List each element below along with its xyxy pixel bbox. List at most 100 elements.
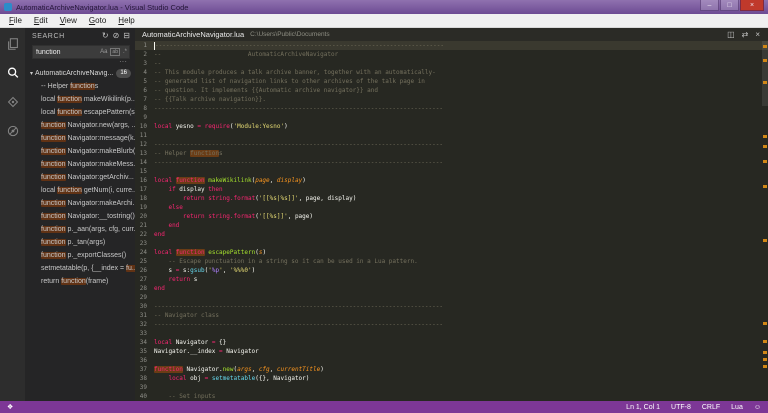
search-result-item[interactable]: function Navigator:makeArchi... bbox=[25, 197, 135, 210]
code-line-34[interactable]: 34local Navigator = {} bbox=[135, 338, 768, 347]
toggle-search-details[interactable]: ··· bbox=[25, 59, 135, 65]
code-line-31[interactable]: 31-- Navigator class bbox=[135, 311, 768, 320]
close-button[interactable]: × bbox=[740, 0, 764, 11]
match-case-icon[interactable]: Aa bbox=[100, 49, 107, 55]
code-line-8[interactable]: 8---------------------------------------… bbox=[135, 104, 768, 113]
status-bar-right: Ln 1, Col 1 UTF-8 CRLF Lua ☺ bbox=[626, 404, 761, 411]
editor-actions: ◫ ⇄ × bbox=[727, 31, 760, 39]
search-result-item[interactable]: local function makeWikilink(p... bbox=[25, 93, 135, 106]
menu-goto[interactable]: Goto bbox=[83, 16, 112, 25]
menu-view[interactable]: View bbox=[54, 16, 83, 25]
menu-edit[interactable]: Edit bbox=[28, 16, 54, 25]
window-title: AutomaticArchiveNavigator.lua - Visual S… bbox=[16, 3, 700, 12]
code-line-28[interactable]: 28end bbox=[135, 284, 768, 293]
search-result-file[interactable]: ▾ AutomaticArchiveNavig... 16 bbox=[25, 67, 135, 80]
regex-icon[interactable]: .* bbox=[123, 49, 127, 55]
code-line-4[interactable]: 4-- This module produces a talk archive … bbox=[135, 68, 768, 77]
search-match-marker bbox=[763, 135, 767, 138]
search-result-item[interactable]: function Navigator:makeMess... bbox=[25, 158, 135, 171]
search-result-item[interactable]: function Navigator:__tostring() bbox=[25, 210, 135, 223]
code-line-29[interactable]: 29 bbox=[135, 293, 768, 302]
git-icon[interactable] bbox=[6, 95, 20, 109]
whole-word-icon[interactable]: ab bbox=[110, 48, 120, 56]
cursor-position[interactable]: Ln 1, Col 1 bbox=[626, 404, 660, 411]
code-line-40[interactable]: 40 -- Set inputs bbox=[135, 392, 768, 401]
editor-file-path: C:\Users\Public\Documents bbox=[250, 31, 727, 38]
split-editor-icon[interactable]: ◫ bbox=[727, 31, 735, 39]
code-line-13[interactable]: 13-- Helper functions bbox=[135, 149, 768, 158]
clear-search-icon[interactable]: ⊘ bbox=[113, 32, 120, 40]
search-result-item[interactable]: local function escapePattern(s) bbox=[25, 106, 135, 119]
code-line-21[interactable]: 21 end bbox=[135, 221, 768, 230]
code-line-18[interactable]: 18 return string.format('[[%s|%s]]', pag… bbox=[135, 194, 768, 203]
search-result-item[interactable]: function p._aan(args, cfg, curr... bbox=[25, 223, 135, 236]
eol-indicator[interactable]: CRLF bbox=[702, 404, 720, 411]
code-line-36[interactable]: 36 bbox=[135, 356, 768, 365]
search-icon[interactable] bbox=[6, 66, 20, 80]
language-indicator[interactable]: Lua bbox=[731, 404, 743, 411]
search-result-item[interactable]: function Navigator:makeBlurb() bbox=[25, 145, 135, 158]
search-result-item[interactable]: local function getNum(i, curre... bbox=[25, 184, 135, 197]
code-line-11[interactable]: 11 bbox=[135, 131, 768, 140]
refresh-icon[interactable]: ↻ bbox=[102, 32, 109, 40]
code-line-23[interactable]: 23 bbox=[135, 239, 768, 248]
code-line-15[interactable]: 15 bbox=[135, 167, 768, 176]
code-line-33[interactable]: 33 bbox=[135, 329, 768, 338]
twistie-icon[interactable]: ▾ bbox=[30, 70, 33, 77]
overview-ruler[interactable] bbox=[762, 41, 768, 401]
title-bar: AutomaticArchiveNavigator.lua - Visual S… bbox=[0, 0, 768, 14]
scrollbar-slider[interactable] bbox=[762, 41, 768, 106]
code-line-2[interactable]: 2-- AutomaticArchiveNavigator bbox=[135, 50, 768, 59]
code-line-25[interactable]: 25 -- Escape punctuation in a string so … bbox=[135, 257, 768, 266]
open-changes-icon[interactable]: ⇄ bbox=[742, 31, 749, 39]
code-line-12[interactable]: 12--------------------------------------… bbox=[135, 140, 768, 149]
search-result-item[interactable]: function Navigator.new(args, ... bbox=[25, 119, 135, 132]
maximize-button[interactable]: □ bbox=[720, 0, 739, 11]
code-line-26[interactable]: 26 s = s:gsub('%p', '%%%0') bbox=[135, 266, 768, 275]
code-area[interactable]: 1---------------------------------------… bbox=[135, 41, 768, 401]
code-line-39[interactable]: 39 bbox=[135, 383, 768, 392]
code-line-19[interactable]: 19 else bbox=[135, 203, 768, 212]
editor-file-name[interactable]: AutomaticArchiveNavigator.lua bbox=[142, 30, 244, 39]
code-line-16[interactable]: 16local function makeWikilink(page, disp… bbox=[135, 176, 768, 185]
debug-icon[interactable] bbox=[6, 124, 20, 138]
search-input[interactable] bbox=[36, 49, 100, 56]
minimize-button[interactable]: – bbox=[700, 0, 719, 11]
code-line-10[interactable]: 10local yesno = require('Module:Yesno') bbox=[135, 122, 768, 131]
search-result-item[interactable]: -- Helper functions bbox=[25, 80, 135, 93]
code-line-9[interactable]: 9 bbox=[135, 113, 768, 122]
code-line-32[interactable]: 32--------------------------------------… bbox=[135, 320, 768, 329]
menu-file[interactable]: File bbox=[3, 16, 28, 25]
code-line-20[interactable]: 20 return string.format('[[%s]]', page) bbox=[135, 212, 768, 221]
search-results: -- Helper functionslocal function makeWi… bbox=[25, 80, 135, 288]
collapse-all-icon[interactable]: ⊟ bbox=[123, 32, 130, 40]
search-result-item[interactable]: function Navigator:getArchiv... bbox=[25, 171, 135, 184]
menu-help[interactable]: Help bbox=[112, 16, 140, 25]
search-result-item[interactable]: return function(frame) bbox=[25, 275, 135, 288]
search-match-marker bbox=[763, 322, 767, 325]
code-line-30[interactable]: 30--------------------------------------… bbox=[135, 302, 768, 311]
explorer-icon[interactable] bbox=[6, 37, 20, 51]
code-line-1[interactable]: 1---------------------------------------… bbox=[135, 41, 768, 50]
close-editor-icon[interactable]: × bbox=[755, 31, 760, 39]
code-line-14[interactable]: 14--------------------------------------… bbox=[135, 158, 768, 167]
code-line-27[interactable]: 27 return s bbox=[135, 275, 768, 284]
encoding-indicator[interactable]: UTF-8 bbox=[671, 404, 691, 411]
search-result-item[interactable]: function p._exportClasses() bbox=[25, 249, 135, 262]
code-line-6[interactable]: 6-- question. It implements {{Automatic … bbox=[135, 86, 768, 95]
code-line-7[interactable]: 7-- {{Talk archive navigation}}. bbox=[135, 95, 768, 104]
search-match-marker bbox=[763, 239, 767, 242]
code-line-5[interactable]: 5-- generated list of navigation links t… bbox=[135, 77, 768, 86]
search-result-item[interactable]: setmetatable(p, {__index = fu... bbox=[25, 262, 135, 275]
code-line-35[interactable]: 35Navigator.__index = Navigator bbox=[135, 347, 768, 356]
code-line-24[interactable]: 24local function escapePattern(s) bbox=[135, 248, 768, 257]
code-line-22[interactable]: 22end bbox=[135, 230, 768, 239]
code-line-17[interactable]: 17 if display then bbox=[135, 185, 768, 194]
search-result-item[interactable]: function Navigator:message(k... bbox=[25, 132, 135, 145]
code-line-38[interactable]: 38 local obj = setmetatable({}, Navigato… bbox=[135, 374, 768, 383]
status-indicator-icon[interactable]: ❖ bbox=[7, 403, 13, 411]
code-line-3[interactable]: 3-- bbox=[135, 59, 768, 68]
feedback-smiley-icon[interactable]: ☺ bbox=[754, 404, 761, 411]
search-result-item[interactable]: function p._tan(args) bbox=[25, 236, 135, 249]
code-line-37[interactable]: 37function Navigator.new(args, cfg, curr… bbox=[135, 365, 768, 374]
